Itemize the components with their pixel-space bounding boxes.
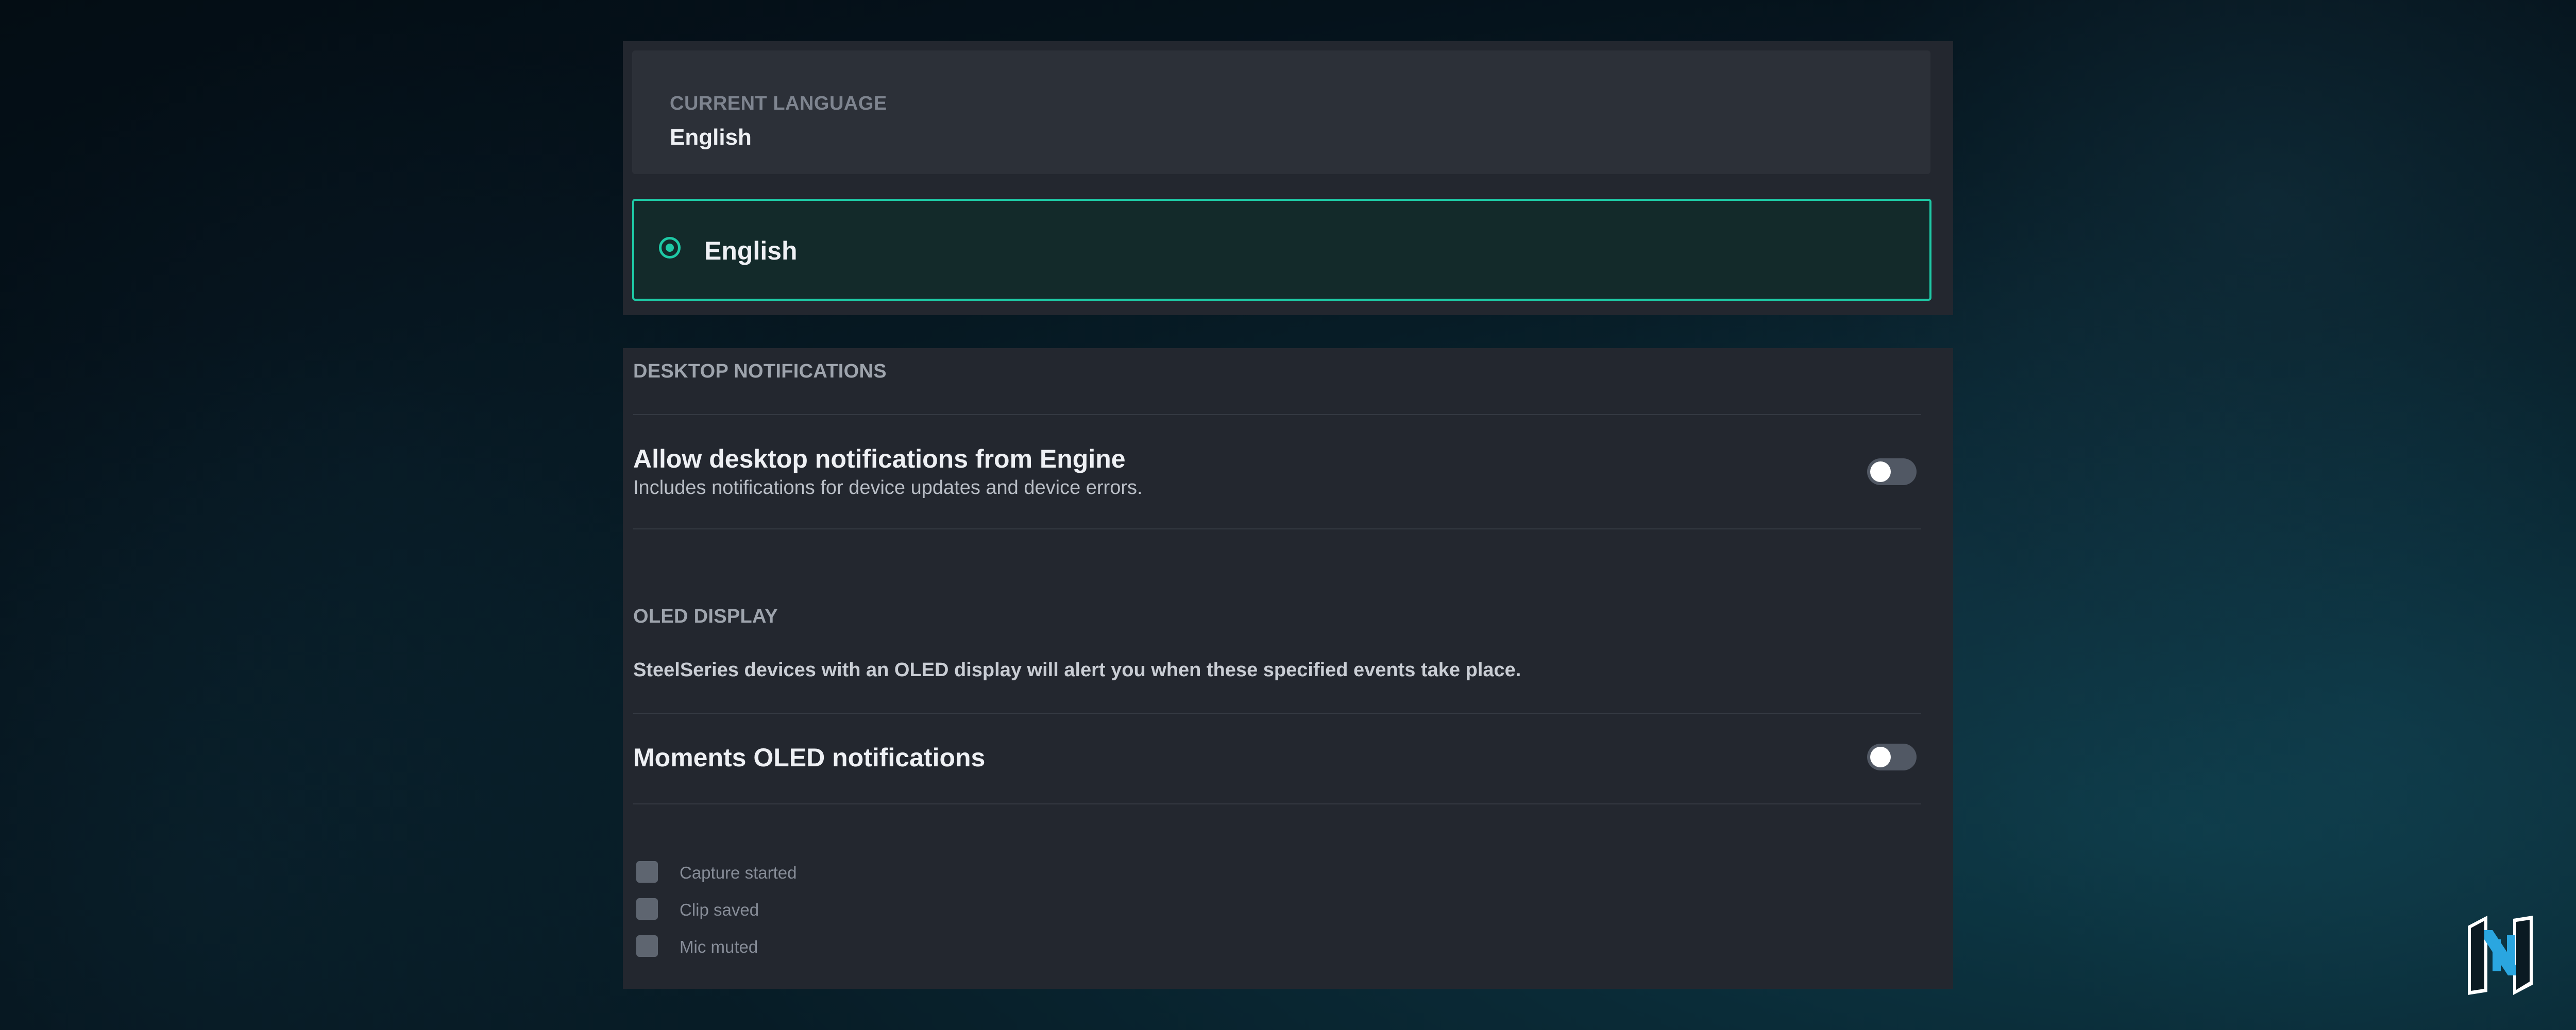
- divider: [633, 528, 1921, 529]
- oled-display-description: SteelSeries devices with an OLED display…: [633, 659, 1521, 681]
- checkbox[interactable]: [636, 861, 658, 883]
- moments-oled-toggle[interactable]: [1867, 744, 1917, 770]
- brand-n-logo-icon: [2468, 916, 2533, 995]
- current-language-label: CURRENT LANGUAGE: [670, 93, 887, 114]
- desktop-notifications-header: DESKTOP NOTIFICATIONS: [633, 360, 887, 382]
- divider: [633, 803, 1921, 804]
- radio-dot: [666, 244, 674, 252]
- desktop-notifications-toggle[interactable]: [1867, 458, 1917, 485]
- oled-display-header: OLED DISPLAY: [633, 606, 778, 627]
- notifications-panel: DESKTOP NOTIFICATIONS Allow desktop noti…: [623, 348, 1953, 989]
- checkbox[interactable]: [636, 935, 658, 957]
- divider: [633, 414, 1921, 415]
- radio-selected-icon[interactable]: [659, 237, 681, 259]
- checkbox-label: Clip saved: [680, 900, 759, 919]
- checkbox-label: Mic muted: [680, 937, 758, 956]
- checkbox-label: Capture started: [680, 863, 797, 882]
- current-language-box: CURRENT LANGUAGE English: [632, 50, 1930, 174]
- checkbox[interactable]: [636, 898, 658, 920]
- toggle-knob: [1870, 461, 1891, 482]
- moments-oled-title: Moments OLED notifications: [633, 743, 986, 772]
- current-language-value: English: [670, 125, 752, 150]
- language-panel: CURRENT LANGUAGE English English: [623, 41, 1953, 315]
- toggle-knob: [1870, 747, 1891, 767]
- language-option-english[interactable]: English: [632, 199, 1931, 301]
- divider: [633, 713, 1921, 714]
- allow-desktop-notifications-description: Includes notifications for device update…: [633, 477, 1143, 499]
- language-option-label: English: [704, 236, 798, 265]
- allow-desktop-notifications-title: Allow desktop notifications from Engine: [633, 444, 1126, 473]
